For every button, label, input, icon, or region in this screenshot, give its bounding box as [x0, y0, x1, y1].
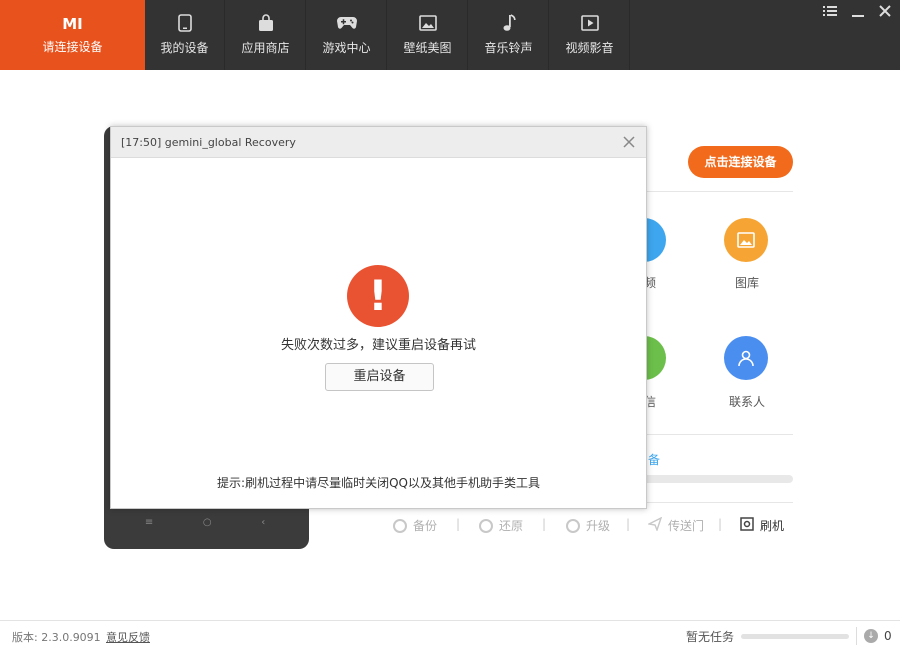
tab-label: 应用商店: [241, 41, 290, 55]
portal-tool[interactable]: 传送门: [646, 516, 705, 534]
shopping-bag-icon: [226, 13, 305, 33]
connect-device-tab[interactable]: MI 请连接设备: [0, 0, 145, 70]
upgrade-tool-label: 升级: [586, 519, 611, 533]
restore-tool-label: 还原: [499, 519, 524, 533]
tab-my-device[interactable]: 我的设备: [145, 0, 225, 70]
top-nav-bar: MI 请连接设备 我的设备 应用商店 游戏中心 壁纸美图 音乐铃声 视频影音: [0, 0, 900, 70]
image-icon: [388, 13, 467, 33]
separator: |: [542, 517, 547, 531]
tab-label: 我的设备: [160, 41, 209, 55]
task-status-label: 暂无任务: [686, 630, 735, 644]
separator: |: [456, 517, 461, 531]
restore-icon: [479, 518, 493, 533]
connect-device-label: 请连接设备: [42, 40, 103, 54]
close-window-icon[interactable]: [875, 5, 895, 21]
flash-tool-label: 刷机: [760, 519, 785, 533]
separator: |: [718, 517, 723, 531]
download-icon[interactable]: ↓: [864, 629, 878, 643]
tab-label: 游戏中心: [322, 41, 371, 55]
home-softkey-icon: ○: [202, 517, 212, 528]
play-icon: [550, 13, 629, 33]
download-count: 0: [884, 629, 892, 643]
paper-plane-icon: [646, 516, 663, 534]
recovery-dialog: [17:50] gemini_global Recovery ! 失败次数过多，…: [110, 126, 647, 509]
tab-game-center[interactable]: 游戏中心: [307, 0, 387, 70]
phone-icon: [145, 13, 224, 33]
tab-label: 音乐铃声: [484, 41, 533, 55]
flash-icon: [740, 517, 754, 534]
phone-softkeys: ≡ ○ ‹: [120, 517, 290, 528]
upgrade-tool[interactable]: 升级: [566, 517, 610, 534]
tab-label: 壁纸美图: [403, 41, 452, 55]
divider: [856, 627, 857, 645]
upgrade-icon: [566, 518, 580, 533]
backup-tool[interactable]: 备份: [393, 517, 437, 534]
portal-tool-label: 传送门: [668, 519, 705, 533]
task-progress-bar: [741, 634, 849, 639]
app-label-contacts: 联系人: [728, 395, 765, 409]
status-bar: 版本: 2.3.0.9091 意见反馈 暂无任务 ↓ 0: [0, 620, 900, 652]
backup-link[interactable]: 备: [648, 451, 660, 468]
tab-label: 视频影音: [565, 41, 614, 55]
menu-icon[interactable]: [820, 5, 840, 21]
minimize-icon[interactable]: [848, 5, 868, 21]
dialog-title-bar: [17:50] gemini_global Recovery: [111, 127, 646, 158]
restore-tool[interactable]: 还原: [479, 517, 523, 534]
dialog-title: [17:50] gemini_global Recovery: [121, 136, 296, 149]
contacts-app-icon[interactable]: [724, 336, 768, 380]
tip-message: 提示:刷机过程中请尽量临时关闭QQ以及其他手机助手类工具: [217, 476, 540, 490]
close-icon[interactable]: [620, 132, 638, 153]
menu-softkey-icon: ≡: [144, 517, 154, 528]
back-softkey-icon: ‹: [261, 517, 266, 528]
mi-logo: MI: [62, 15, 83, 33]
flash-tool[interactable]: 刷机: [740, 517, 784, 534]
gamepad-icon: [307, 13, 386, 33]
tab-app-store[interactable]: 应用商店: [226, 0, 306, 70]
backup-icon: [393, 518, 407, 533]
tab-wallpaper[interactable]: 壁纸美图: [388, 0, 468, 70]
tab-music[interactable]: 音乐铃声: [469, 0, 549, 70]
error-message: 失败次数过多，建议重启设备再试: [280, 338, 476, 353]
version-label: 版本: 2.3.0.9091: [12, 631, 101, 644]
click-connect-device-button[interactable]: 点击连接设备: [688, 146, 793, 178]
gallery-app-icon[interactable]: [724, 218, 768, 262]
feedback-link[interactable]: 意见反馈: [106, 629, 150, 645]
separator: |: [626, 517, 631, 531]
music-note-icon: [469, 13, 548, 33]
reboot-device-button[interactable]: 重启设备: [325, 363, 434, 391]
backup-tool-label: 备份: [413, 519, 438, 533]
tab-video[interactable]: 视频影音: [550, 0, 630, 70]
warning-icon: !: [347, 265, 409, 327]
app-label-gallery: 图库: [734, 276, 759, 290]
